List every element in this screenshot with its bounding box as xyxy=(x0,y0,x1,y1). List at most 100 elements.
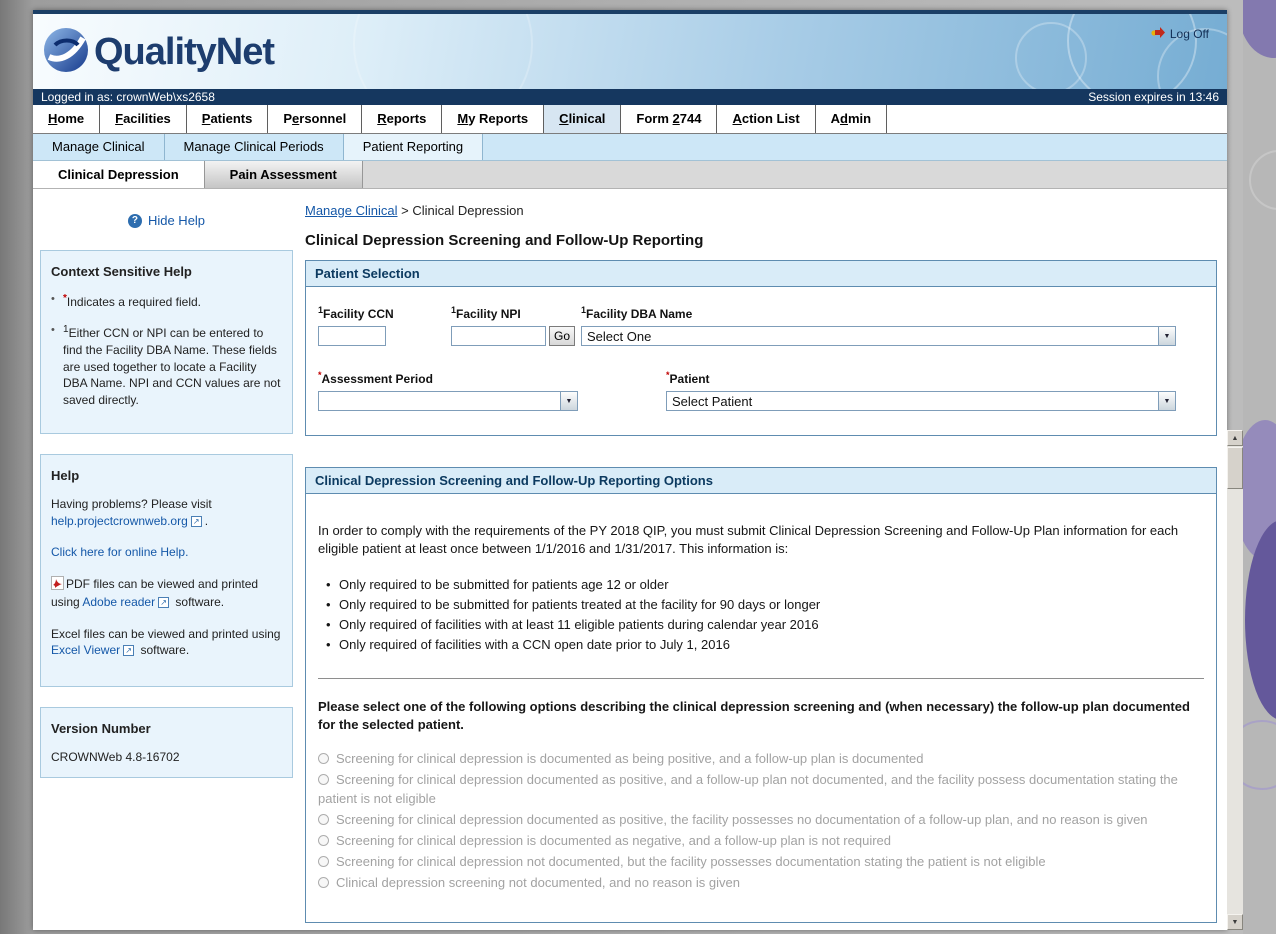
patient-selection-panel: Patient Selection 1Facility CCN 1Facilit… xyxy=(305,260,1217,436)
screening-option-1[interactable]: Screening for clinical depression is doc… xyxy=(318,749,1204,768)
patient-select[interactable]: Select Patient ▼ xyxy=(666,391,1176,411)
screening-option-3[interactable]: Screening for clinical depression docume… xyxy=(318,810,1204,829)
patient-value: Select Patient xyxy=(667,392,1158,410)
facility-npi-label: 1Facility NPI xyxy=(451,305,581,321)
pdf-icon xyxy=(51,576,64,595)
patient-field: *Patient Select Patient ▼ xyxy=(666,370,1204,411)
facility-ccn-field: 1Facility CCN xyxy=(318,305,451,346)
reporting-options-body: In order to comply with the requirements… xyxy=(306,494,1216,922)
screening-option-4[interactable]: Screening for clinical depression is doc… xyxy=(318,831,1204,850)
radio-icon xyxy=(318,814,329,825)
subnav-patient-reporting[interactable]: Patient Reporting xyxy=(344,134,483,160)
help-note-required: • *Indicates a required field. xyxy=(51,292,282,311)
tab-clinical-depression[interactable]: Clinical Depression xyxy=(33,161,205,188)
excel-viewer-link[interactable]: Excel Viewer xyxy=(51,643,120,657)
pdf-help-text: PDF files can be viewed and printed usin… xyxy=(51,576,282,611)
reporting-options-panel: Clinical Depression Screening and Follow… xyxy=(305,467,1217,923)
online-help-text: Click here for online Help. xyxy=(51,544,282,561)
logged-in-as: Logged in as: crownWeb\xs2658 xyxy=(41,89,215,105)
online-help-link[interactable]: Click here for online Help. xyxy=(51,545,188,559)
option-prompt-text: Please select one of the following optio… xyxy=(318,698,1204,734)
nav-tab-facilities[interactable]: Facilities xyxy=(100,105,187,133)
log-off-button[interactable]: Log Off xyxy=(1151,27,1209,41)
facility-ccn-input[interactable] xyxy=(318,326,386,346)
qualitynet-logo: QualityNet xyxy=(41,25,274,80)
patient-selection-header: Patient Selection xyxy=(306,261,1216,287)
reporting-options-header: Clinical Depression Screening and Follow… xyxy=(306,468,1216,494)
screening-options-list: Screening for clinical depression is doc… xyxy=(318,749,1204,892)
context-help-title: Context Sensitive Help xyxy=(51,263,282,281)
scroll-down-button[interactable]: ▼ xyxy=(1227,914,1243,930)
facility-npi-field: 1Facility NPI Go xyxy=(451,305,581,346)
help-problems-text: Having problems? Please visit help.proje… xyxy=(51,496,282,529)
patient-selection-body: 1Facility CCN 1Facility NPI Go xyxy=(306,287,1216,435)
nav-tab-personnel[interactable]: Personnel xyxy=(268,105,362,133)
requirement-item: •Only required of facilities with a CCN … xyxy=(324,635,1204,655)
go-button[interactable]: Go xyxy=(549,326,575,346)
dropdown-arrow-icon: ▼ xyxy=(1158,392,1175,410)
bullet-icon: • xyxy=(324,635,339,655)
scroll-up-button[interactable]: ▲ xyxy=(1227,430,1243,446)
help-site-link[interactable]: help.projectcrownweb.org xyxy=(51,514,188,528)
log-off-label: Log Off xyxy=(1170,27,1209,41)
scrollbar-thumb[interactable] xyxy=(1227,447,1243,489)
screening-option-5[interactable]: Screening for clinical depression not do… xyxy=(318,852,1204,871)
main-navigation: Home Facilities Patients Personnel Repor… xyxy=(33,105,1227,134)
nav-tab-action-list[interactable]: Action List xyxy=(717,105,815,133)
adobe-reader-link[interactable]: Adobe reader xyxy=(82,595,155,609)
hide-help-label: Hide Help xyxy=(148,213,205,228)
bullet-icon: • xyxy=(51,323,63,408)
patient-label: *Patient xyxy=(666,370,1176,386)
help-box-title: Help xyxy=(51,467,282,485)
help-icon: ? xyxy=(128,214,142,228)
nav-tab-home[interactable]: Home xyxy=(33,105,100,133)
nav-tab-patients[interactable]: Patients xyxy=(187,105,269,133)
requirement-item: •Only required to be submitted for patie… xyxy=(324,595,1204,615)
browser-viewport: QualityNet Log Off Logged in as: crownWe… xyxy=(0,0,1276,934)
facility-npi-input[interactable] xyxy=(451,326,546,346)
decorative-circle xyxy=(353,14,533,89)
status-bar: Logged in as: crownWeb\xs2658 Session ex… xyxy=(33,89,1227,105)
version-title: Version Number xyxy=(51,720,282,738)
subnav-manage-clinical[interactable]: Manage Clinical xyxy=(33,134,165,160)
crownweb-application: QualityNet Log Off Logged in as: crownWe… xyxy=(33,10,1227,930)
nav-tab-admin[interactable]: Admin xyxy=(816,105,887,133)
dropdown-arrow-icon: ▼ xyxy=(560,392,577,410)
tab-pain-assessment[interactable]: Pain Assessment xyxy=(205,161,363,188)
page-title: Clinical Depression Screening and Follow… xyxy=(305,232,1217,249)
version-number-box: Version Number CROWNWeb 4.8-16702 xyxy=(40,707,293,778)
decorative-circle xyxy=(1015,22,1087,89)
nav-tab-reports[interactable]: Reports xyxy=(362,105,442,133)
assessment-period-select[interactable]: ▼ xyxy=(318,391,578,411)
nav-tab-form-2744[interactable]: Form 2744 xyxy=(621,105,717,133)
breadcrumb-separator: > xyxy=(401,203,409,218)
section-divider xyxy=(318,678,1204,679)
requirement-item: •Only required of facilities with at lea… xyxy=(324,615,1204,635)
decorative-circle xyxy=(1249,150,1276,210)
qualitynet-logo-icon xyxy=(41,25,91,80)
breadcrumb: Manage Clinical > Clinical Depression xyxy=(305,203,1217,218)
nav-tab-clinical[interactable]: Clinical xyxy=(544,105,621,133)
facility-dba-value: Select One xyxy=(582,327,1158,345)
help-box: Help Having problems? Please visit help.… xyxy=(40,454,293,687)
external-link-icon: ↗ xyxy=(123,645,134,656)
decorative-circle xyxy=(1243,720,1276,790)
hide-help-link[interactable]: ? Hide Help xyxy=(40,213,293,228)
nav-tab-my-reports[interactable]: My Reports xyxy=(442,105,544,133)
facility-dba-field: 1Facility DBA Name Select One ▼ xyxy=(581,305,1204,346)
facility-dba-select[interactable]: Select One ▼ xyxy=(581,326,1176,346)
vertical-scrollbar[interactable]: ▲ ▼ xyxy=(1227,430,1243,930)
facility-ccn-label: 1Facility CCN xyxy=(318,305,451,321)
facility-dba-label: 1Facility DBA Name xyxy=(581,305,1176,321)
excel-help-text: Excel files can be viewed and printed us… xyxy=(51,626,282,659)
log-off-icon xyxy=(1151,27,1165,41)
screening-option-2[interactable]: Screening for clinical depression docume… xyxy=(318,770,1204,808)
radio-icon xyxy=(318,774,329,785)
breadcrumb-manage-clinical-link[interactable]: Manage Clinical xyxy=(305,203,398,218)
subnav-manage-clinical-periods[interactable]: Manage Clinical Periods xyxy=(165,134,344,160)
qip-intro-text: In order to comply with the requirements… xyxy=(318,522,1204,558)
radio-icon xyxy=(318,753,329,764)
screening-option-6[interactable]: Clinical depression screening not docume… xyxy=(318,873,1204,892)
decorative-purple-blob xyxy=(1243,0,1276,58)
assessment-period-value xyxy=(319,392,560,410)
